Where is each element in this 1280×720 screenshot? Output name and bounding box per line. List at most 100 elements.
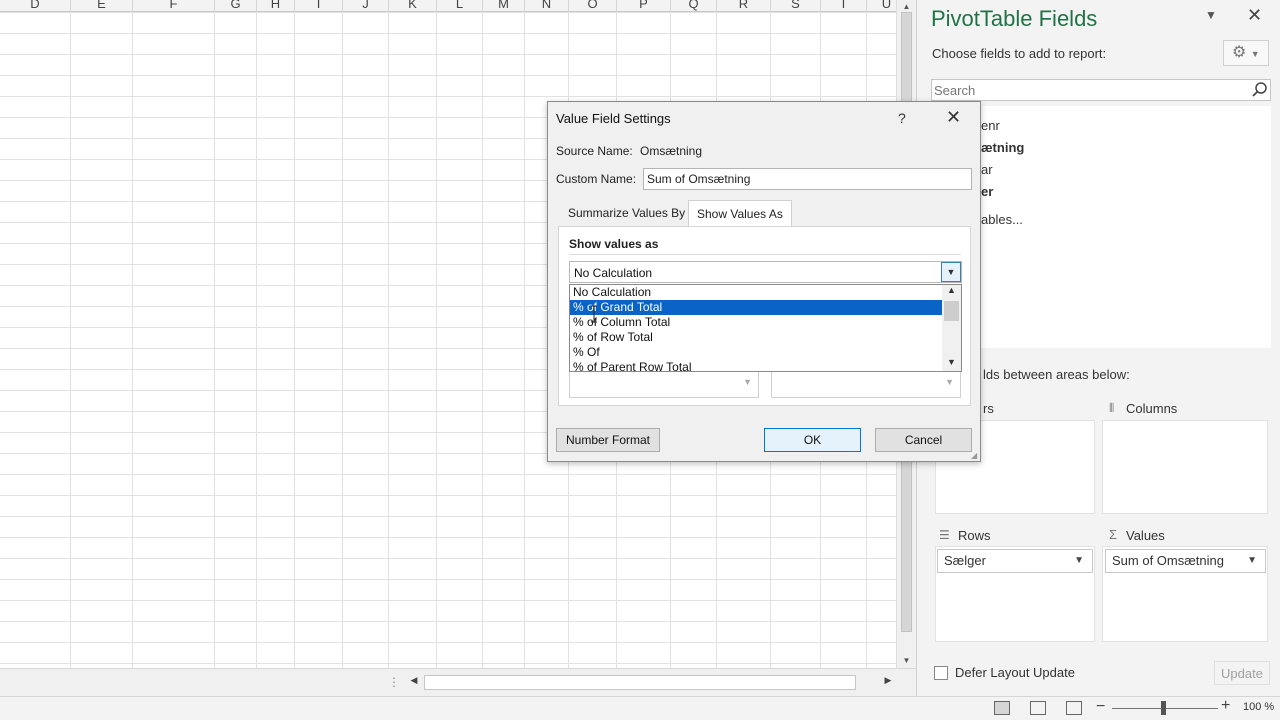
column-header-o[interactable]: O [569,0,617,12]
column-header-i[interactable]: I [295,0,343,12]
grid-line [482,12,483,668]
resize-grip-icon[interactable]: ◢ [971,452,979,460]
pane-options-chevron-icon[interactable]: ▼ [1205,8,1217,22]
status-bar: − + 100 % [0,696,1280,720]
normal-view-icon[interactable] [994,701,1010,715]
column-header-t[interactable]: T [821,0,867,12]
field-item[interactable]: ar [981,162,993,177]
values-field-chip[interactable]: Sum of Omsætning ▼ [1105,549,1266,573]
dialog-title: Value Field Settings [556,111,671,126]
horizontal-scroll-bar: ⋮ ◀ ▶ [0,668,916,696]
field-list: enr ætning ar er ables... [931,106,1271,348]
columns-label: Columns [1126,401,1178,416]
custom-name-label: Custom Name: [556,172,637,186]
scroll-down-icon[interactable]: ▼ [942,357,961,367]
pane-close-icon[interactable]: ✕ [1247,5,1262,26]
drag-fields-label: lds between areas below: [983,367,1130,382]
scroll-right-icon[interactable]: ▶ [880,675,896,686]
rows-area-icon: ☰ [939,528,950,542]
scroll-down-icon[interactable]: ▼ [897,654,916,668]
column-header-k[interactable]: K [389,0,437,12]
column-header-h[interactable]: H [257,0,295,12]
update-button[interactable]: Update [1214,661,1270,685]
list-item[interactable]: % Of [570,345,942,360]
column-header-r[interactable]: R [717,0,771,12]
list-item[interactable]: % of Parent Row Total [570,360,942,371]
value-field-settings-dialog: Value Field Settings ? ✕ Source Name: Om… [547,101,981,462]
grid-line [388,12,389,668]
grid-line [342,12,343,668]
list-item[interactable]: No Calculation [570,285,942,300]
column-header-p[interactable]: P [617,0,671,12]
defer-layout-checkbox[interactable] [934,666,948,680]
field-item[interactable]: enr [981,118,1000,133]
show-values-as-select[interactable]: No Calculation ▼ [569,261,962,283]
column-header-g[interactable]: G [215,0,257,12]
source-name-value: Omsætning [640,144,703,158]
tab-summarize-values-by[interactable]: Summarize Values By [560,200,693,226]
grid-line [214,12,215,668]
show-values-as-panel: Show values as No Calculation ▼ No Calcu… [558,226,971,406]
column-header-d[interactable]: D [0,0,71,12]
list-scroll-thumb[interactable] [944,301,959,321]
field-item[interactable]: ætning [981,140,1024,155]
column-header-q[interactable]: Q [671,0,717,12]
custom-name-input[interactable] [643,168,972,190]
grid-line [70,12,71,668]
show-values-heading: Show values as [569,237,659,251]
zoom-out-icon[interactable]: − [1096,698,1105,716]
selected-calculation: No Calculation [574,266,653,280]
chevron-down-icon[interactable]: ▼ [1074,550,1084,572]
column-header-m[interactable]: M [483,0,525,12]
rows-field-chip[interactable]: Sælger ▼ [937,549,1093,573]
chevron-down-icon[interactable]: ▼ [1247,550,1257,572]
horizontal-scroll-thumb[interactable] [424,675,856,690]
tools-gear-icon[interactable]: ⚙ ▼ [1223,40,1269,66]
scroll-up-icon[interactable]: ▲ [942,285,961,295]
chevron-down-icon: ▼ [945,377,954,387]
grid-line [132,12,133,668]
page-layout-view-icon[interactable] [1030,701,1046,715]
zoom-level[interactable]: 100 % [1243,701,1274,713]
column-header-u[interactable]: U [867,0,896,12]
calculation-options-list[interactable]: No Calculation % of Grand Total % of Col… [569,284,962,372]
search-icon[interactable] [1251,81,1269,99]
column-header-s[interactable]: S [771,0,821,12]
source-name-label: Source Name: [556,144,633,158]
ok-button[interactable]: OK [764,428,861,452]
columns-area[interactable] [1102,420,1268,514]
list-item[interactable]: % of Column Total [570,315,942,330]
field-item[interactable]: er [981,184,993,199]
close-icon[interactable]: ✕ [946,107,961,128]
more-tables-link[interactable]: ables... [981,212,1023,227]
list-scrollbar[interactable]: ▲ ▼ [942,285,961,371]
divider [569,254,961,255]
column-header-n[interactable]: N [525,0,569,12]
number-format-button[interactable]: Number Format [556,428,660,452]
grid-line [524,12,525,668]
grid-line [436,12,437,668]
base-item-select[interactable]: ▼ [771,372,961,398]
tab-show-values-as[interactable]: Show Values As [688,200,792,227]
chevron-down-icon: ▼ [743,377,752,387]
base-field-select[interactable]: ▼ [569,372,759,398]
field-search-input[interactable] [931,79,1271,101]
column-header-j[interactable]: J [343,0,389,12]
sigma-icon: Σ [1109,527,1118,542]
splitter-icon[interactable]: ⋮ [388,675,400,689]
column-header-e[interactable]: E [71,0,133,12]
help-icon[interactable]: ? [898,110,906,126]
column-header-l[interactable]: L [437,0,483,12]
choose-fields-label: Choose fields to add to report: [932,46,1107,61]
list-item[interactable]: % of Row Total [570,330,942,345]
chevron-down-icon[interactable]: ▼ [941,262,961,282]
zoom-slider-thumb[interactable] [1161,701,1166,715]
cancel-button[interactable]: Cancel [875,428,972,452]
column-headers: D E F G H I J K L M N O P Q R S T U [0,0,896,12]
page-break-view-icon[interactable] [1066,701,1082,715]
zoom-in-icon[interactable]: + [1221,697,1230,715]
column-header-f[interactable]: F [133,0,215,12]
scroll-left-icon[interactable]: ◀ [406,675,422,686]
list-item-selected[interactable]: % of Grand Total [570,300,942,315]
rows-chip-label: Sælger [944,553,986,568]
